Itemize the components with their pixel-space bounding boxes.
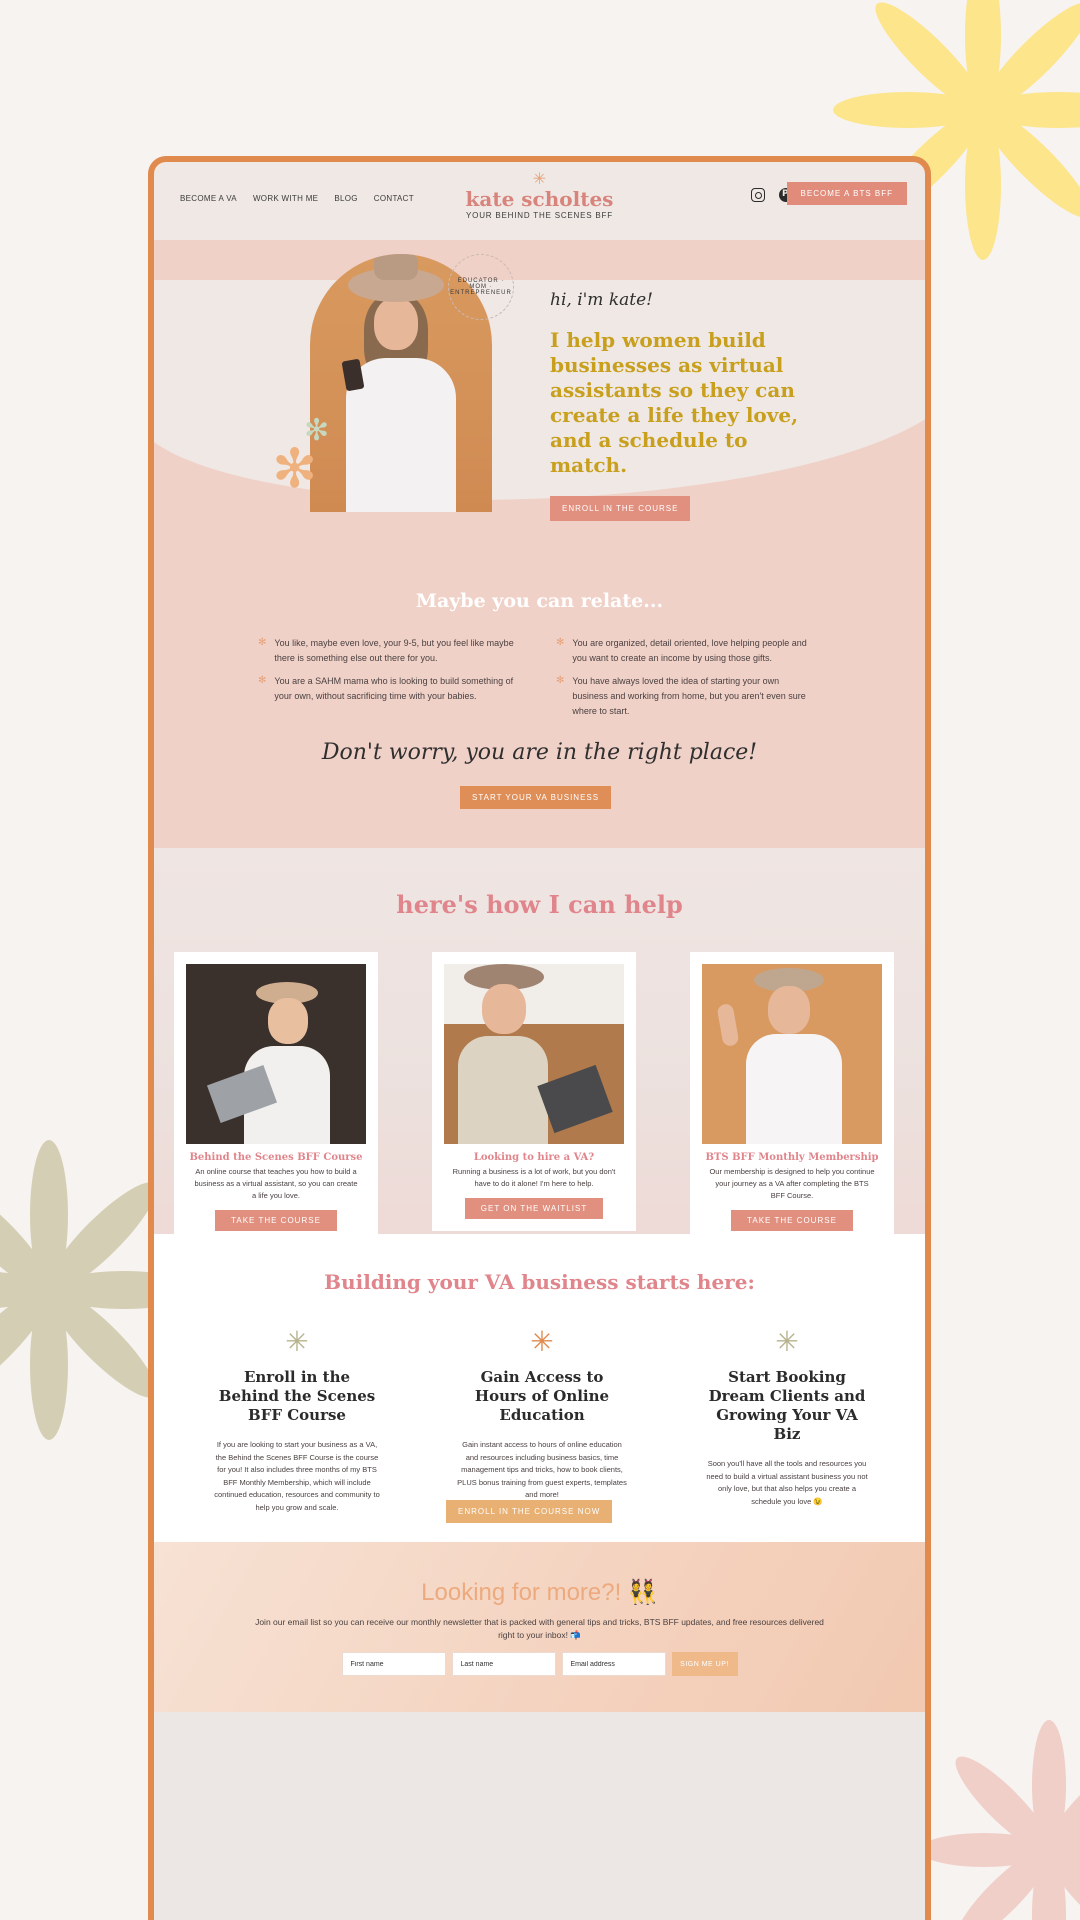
flower-bullet-icon: ✻ <box>556 637 565 648</box>
website-frame: BECOME A VA WORK WITH ME BLOG CONTACT ✳ … <box>148 156 931 1920</box>
card-title: Behind the Scenes BFF Course <box>189 1152 363 1163</box>
flower-bullet-icon: ✻ <box>258 675 267 686</box>
list-item: ✻ You have always loved the idea of start… <box>556 674 816 719</box>
flower-icon: ✳ <box>775 1326 799 1357</box>
nav-contact[interactable]: CONTACT <box>374 194 414 203</box>
get-on-waitlist-button[interactable]: GET ON THE WAITLIST <box>464 1198 604 1219</box>
card-description: Running a business is a lot of work, but… <box>452 1167 616 1188</box>
enroll-in-course-button[interactable]: ENROLL IN THE COURSE <box>550 496 691 521</box>
card-photo <box>702 964 882 1144</box>
step-title: Enroll in the Behind the Scenes BFF Cour… <box>218 1368 376 1424</box>
step-item: ✳ Gain Access to Hours of Online Educati… <box>457 1328 627 1502</box>
main-nav: BECOME A VA WORK WITH ME BLOG CONTACT <box>180 194 414 203</box>
first-name-field[interactable] <box>341 1652 446 1676</box>
offer-card: BTS BFF Monthly Membership Our membershi… <box>690 952 894 1243</box>
hero-greeting: hi, i'm kate! <box>550 290 653 310</box>
flower-bullet-icon: ✻ <box>556 675 565 686</box>
list-item: ✻ You are organized, detail oriented, lov… <box>556 636 816 666</box>
relate-heading: Maybe you can relate... <box>415 590 664 612</box>
start-va-business-button[interactable]: START YOUR VA BUSINESS <box>460 786 612 809</box>
flower-bullet-icon: ✻ <box>258 637 267 648</box>
become-bts-bff-button[interactable]: BECOME A BTS BFF <box>786 182 907 205</box>
sign-up-button[interactable]: SIGN ME UP! <box>671 1652 738 1676</box>
steps-section: Building your VA business starts here: ✳… <box>154 1234 925 1542</box>
hero-section: ✻ ✻ EDUCATOR · MOM · ENTREPRENEUR hi, i'… <box>154 240 925 562</box>
step-title: Start Booking Dream Clients and Growing … <box>708 1368 866 1443</box>
footer-area <box>154 1712 925 1920</box>
site-header: BECOME A VA WORK WITH ME BLOG CONTACT ✳ … <box>154 162 925 240</box>
circle-badge: EDUCATOR · MOM · ENTREPRENEUR <box>448 254 514 320</box>
newsletter-heading: Looking for more?! 👯 <box>421 1579 658 1606</box>
flower-icon: ✳ <box>530 1326 554 1357</box>
newsletter-description: Join our email list so you can receive o… <box>255 1617 824 1640</box>
card-description: Our membership is designed to help you c… <box>709 1167 875 1200</box>
instagram-icon[interactable] <box>751 188 765 202</box>
pink-flower-decoration <box>919 1720 1080 1920</box>
hero-flower-icon: ✻ <box>272 439 318 499</box>
card-description: An online course that teaches you how to… <box>194 1167 358 1200</box>
email-field[interactable] <box>561 1652 666 1676</box>
reassurance-script: Don't worry, you are in the right place! <box>321 740 758 765</box>
steps-heading: Building your VA business starts here: <box>324 1270 755 1294</box>
list-item: ✻ You like, maybe even love, your 9-5, bu… <box>258 636 518 666</box>
logo-name: kate scholtes <box>465 187 614 211</box>
logo-flower-icon: ✳ <box>532 171 547 188</box>
nav-become-a-va[interactable]: BECOME A VA <box>180 194 237 203</box>
hero-headline: I help women build businesses as virtual… <box>550 328 799 477</box>
offer-card: Looking to hire a VA? Running a business… <box>432 952 636 1231</box>
flower-icon: ✳ <box>285 1326 309 1357</box>
relate-list-right: ✻ You are organized, detail oriented, lov… <box>556 636 816 727</box>
newsletter-form: SIGN ME UP! <box>154 1652 925 1676</box>
site-logo[interactable]: ✳ kate scholtes YOUR BEHIND THE SCENES B… <box>465 171 614 221</box>
help-heading: here's how I can help <box>396 890 683 919</box>
step-item: ✳ Start Booking Dream Clients and Growin… <box>702 1328 872 1508</box>
card-title: Looking to hire a VA? <box>473 1152 595 1163</box>
step-description: If you are looking to start your busines… <box>214 1440 380 1512</box>
newsletter-section: Looking for more?! 👯 Join our email list… <box>154 1542 925 1712</box>
take-course-button[interactable]: TAKE THE COURSE <box>215 1210 337 1231</box>
logo-tagline: YOUR BEHIND THE SCENES BFF <box>466 211 613 220</box>
last-name-field[interactable] <box>451 1652 556 1676</box>
offer-card: Behind the Scenes BFF Course An online c… <box>174 952 378 1243</box>
card-photo <box>444 964 624 1144</box>
list-item: ✻ You are a SAHM mama who is looking to b… <box>258 674 518 704</box>
relate-list-left: ✻ You like, maybe even love, your 9-5, bu… <box>258 636 518 712</box>
hero-small-flower-icon: ✻ <box>304 414 330 447</box>
enroll-now-button[interactable]: ENROLL IN THE COURSE NOW <box>446 1500 613 1523</box>
take-course-button[interactable]: TAKE THE COURSE <box>731 1210 853 1231</box>
help-section: here's how I can help Behind the Scenes … <box>154 848 925 1243</box>
nav-work-with-me[interactable]: WORK WITH ME <box>253 194 318 203</box>
step-description: Gain instant access to hours of online e… <box>457 1440 627 1499</box>
step-description: Soon you'll have all the tools and resou… <box>706 1459 868 1506</box>
nav-blog[interactable]: BLOG <box>334 194 357 203</box>
card-title: BTS BFF Monthly Membership <box>705 1152 879 1163</box>
step-title: Gain Access to Hours of Online Education <box>474 1368 610 1424</box>
step-item: ✳ Enroll in the Behind the Scenes BFF Co… <box>212 1328 382 1514</box>
card-photo <box>186 964 366 1144</box>
